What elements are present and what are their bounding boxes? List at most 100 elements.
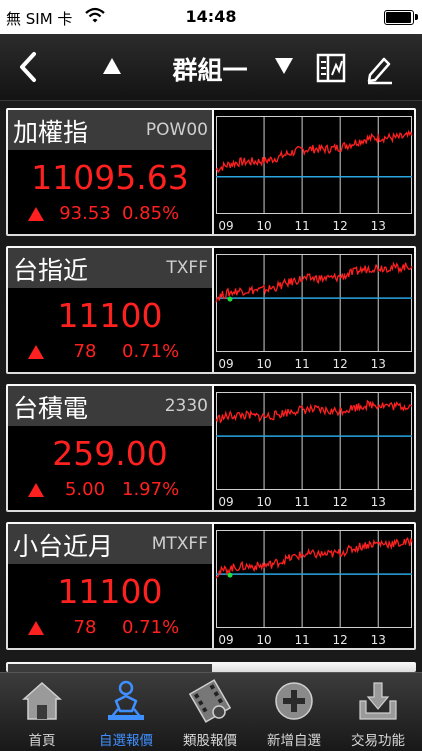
chart-hour-label: 13 xyxy=(371,495,386,509)
quote-header: 台指近 TXFF xyxy=(8,248,212,288)
tab-add-watchlist[interactable]: 新增自選 xyxy=(252,673,336,751)
quote-header xyxy=(8,664,212,672)
chart-hour-label: 11 xyxy=(294,219,309,233)
chart-background xyxy=(214,386,414,510)
chart-hour-label: 12 xyxy=(333,219,348,233)
status-bar: 無 SIM 卡 14:48 xyxy=(0,0,422,34)
previous-group-icon[interactable] xyxy=(100,54,124,78)
chart-hour-label: 09 xyxy=(218,219,233,233)
symbol-code: TXFF xyxy=(166,258,208,278)
chart-opening-marker xyxy=(227,296,233,302)
quote-info: 加權指 POW00 11095.63 93.53 0.85% xyxy=(8,110,212,234)
chart-hour-label: 09 xyxy=(218,495,233,509)
chart-background xyxy=(214,248,414,372)
chart-hour-label: 10 xyxy=(256,219,271,233)
last-price: 11095.63 xyxy=(31,158,189,197)
chart-hour-label: 10 xyxy=(256,633,271,647)
watchlist-person-icon xyxy=(104,679,148,723)
price-change: 5.00 xyxy=(64,479,106,500)
chart-hour-label: 10 xyxy=(256,495,271,509)
tab-label: 首頁 xyxy=(28,733,56,749)
tab-label: 交易功能 xyxy=(351,733,405,749)
quote-header: 小台近月 MTXFF xyxy=(8,524,212,564)
price-change: 78 xyxy=(73,617,97,638)
tab-trade[interactable]: 交易功能 xyxy=(336,673,420,751)
quote-card[interactable]: 小台近月 MTXFF 11100 78 0.71% 09 10 11 12 13 xyxy=(6,522,416,650)
intraday-chart-svg: 09 10 11 12 13 xyxy=(214,110,414,234)
quote-card-partial[interactable] xyxy=(6,662,416,672)
quote-info: 台積電 2330 259.00 5.00 1.97% xyxy=(8,386,212,510)
percent-change: 0.71% xyxy=(122,617,180,638)
symbol-name: 加權指 xyxy=(13,118,89,147)
chart-opening-marker xyxy=(227,572,233,578)
last-price: 11100 xyxy=(57,296,163,335)
chart-hour-label: 11 xyxy=(294,495,309,509)
symbol-name: 台積電 xyxy=(13,394,89,423)
symbol-code: POW00 xyxy=(145,120,208,140)
tab-label: 類股報價 xyxy=(183,733,237,749)
tab-category[interactable]: 類股報價 xyxy=(168,673,252,751)
quote-card[interactable]: 台指近 TXFF 11100 78 0.71% 09 10 11 12 13 xyxy=(6,246,416,374)
quote-info: 台指近 TXFF 11100 78 0.71% xyxy=(8,248,212,372)
tab-home[interactable]: 首頁 xyxy=(0,673,84,751)
trade-download-icon xyxy=(356,679,400,723)
chart-hour-label: 12 xyxy=(333,357,348,371)
next-group-icon[interactable] xyxy=(272,54,296,78)
quote-info xyxy=(8,664,212,672)
edit-pencil-icon[interactable] xyxy=(362,51,396,85)
intraday-chart: 09 10 11 12 13 xyxy=(214,248,414,372)
chart-hour-label: 10 xyxy=(256,357,271,371)
up-arrow-icon xyxy=(28,207,44,221)
quote-list[interactable]: 加權指 POW00 11095.63 93.53 0.85% 09 10 11 12 1… xyxy=(0,101,422,672)
quote-header: 加權指 POW00 xyxy=(8,110,212,150)
add-circle-icon xyxy=(272,679,316,723)
chart-hour-label: 11 xyxy=(294,633,309,647)
list-view-icon[interactable] xyxy=(314,51,348,85)
tab-label: 自選報價 xyxy=(99,733,153,749)
chart-hour-label: 13 xyxy=(371,633,386,647)
chart-hour-label: 09 xyxy=(218,357,233,371)
back-icon[interactable] xyxy=(12,48,44,86)
tab-label: 新增自選 xyxy=(267,733,321,749)
tab-watchlist[interactable]: 自選報價 xyxy=(84,673,168,751)
symbol-name: 小台近月 xyxy=(13,532,114,561)
chart-hour-label: 13 xyxy=(371,357,386,371)
symbol-code: MTXFF xyxy=(151,534,208,554)
symbol-code: 2330 xyxy=(164,396,208,416)
symbol-name: 台指近 xyxy=(13,256,89,285)
intraday-chart: 09 10 11 12 13 xyxy=(214,524,414,648)
up-arrow-icon xyxy=(28,483,44,497)
intraday-chart-svg: 09 10 11 12 13 xyxy=(214,248,414,372)
quote-info: 小台近月 MTXFF 11100 78 0.71% xyxy=(8,524,212,648)
group-title: 群組一 xyxy=(172,56,248,85)
intraday-chart: 09 10 11 12 13 xyxy=(214,110,414,234)
chart-hour-label: 13 xyxy=(371,219,386,233)
percent-change: 0.85% xyxy=(122,203,180,224)
navigation-bar: 群組一 xyxy=(0,34,422,101)
last-price: 11100 xyxy=(57,572,163,611)
chart-background xyxy=(214,524,414,648)
home-icon xyxy=(20,679,64,723)
intraday-chart-svg: 09 10 11 12 13 xyxy=(214,524,414,648)
chart-hour-label: 09 xyxy=(218,633,233,647)
up-arrow-icon xyxy=(28,621,44,635)
percent-change: 1.97% xyxy=(122,479,180,500)
chart-hour-label: 12 xyxy=(333,633,348,647)
intraday-chart: 09 10 11 12 13 xyxy=(214,386,414,510)
up-arrow-icon xyxy=(28,345,44,359)
price-change: 93.53 xyxy=(59,203,111,224)
last-price: 259.00 xyxy=(52,434,168,473)
tab-bar: 首頁 自選報價 類股報價 新增自選 交易功能 xyxy=(0,672,422,751)
chart-hour-label: 11 xyxy=(294,357,309,371)
quote-card[interactable]: 台積電 2330 259.00 5.00 1.97% 09 10 11 12 13 xyxy=(6,384,416,512)
chart-hour-label: 12 xyxy=(333,495,348,509)
percent-change: 0.71% xyxy=(122,341,180,362)
quote-header: 台積電 2330 xyxy=(8,386,212,426)
clock: 14:48 xyxy=(185,7,237,26)
film-category-icon xyxy=(188,679,232,723)
intraday-chart-svg: 09 10 11 12 13 xyxy=(214,386,414,510)
battery-icon xyxy=(384,10,418,25)
chart-background xyxy=(214,110,414,234)
quote-card[interactable]: 加權指 POW00 11095.63 93.53 0.85% 09 10 11 12 1… xyxy=(6,108,416,236)
price-change: 78 xyxy=(73,341,97,362)
